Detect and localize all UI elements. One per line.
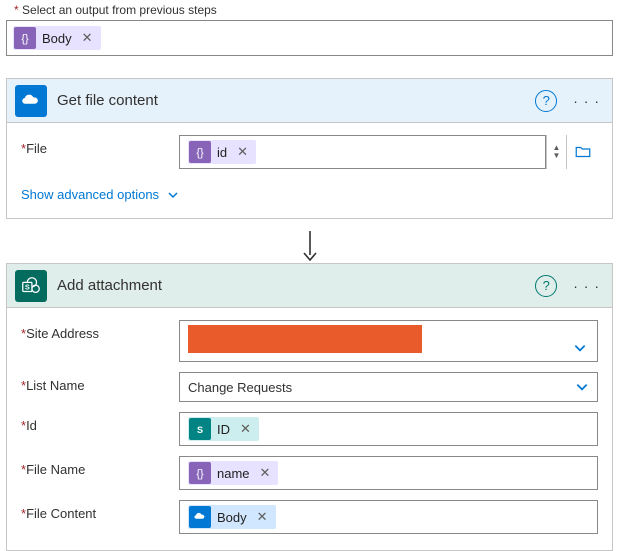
site-address-label: *Site Address	[21, 320, 179, 362]
svg-text:S: S	[25, 282, 30, 291]
required-asterisk: *	[14, 3, 19, 17]
file-name-label: *File Name	[21, 456, 179, 490]
braces-icon: {}	[189, 462, 211, 484]
close-icon[interactable]: ✕	[256, 465, 275, 481]
close-icon[interactable]: ✕	[233, 144, 252, 160]
flow-arrow	[6, 229, 613, 263]
top-label-text: Select an output from previous steps	[22, 3, 217, 17]
add-attach-title: Add attachment	[57, 277, 535, 294]
list-name-label: *List Name	[21, 372, 179, 402]
onedrive-icon	[189, 506, 211, 528]
close-icon[interactable]: ✕	[78, 30, 97, 46]
chevron-down-icon[interactable]	[573, 341, 587, 355]
chevron-down-icon	[167, 189, 179, 201]
svg-text:{}: {}	[196, 468, 204, 480]
body-token[interactable]: Body ✕	[188, 505, 276, 529]
id-token-label: id	[217, 145, 233, 160]
braces-icon: {}	[189, 141, 211, 163]
list-name-row: *List Name Change Requests	[21, 372, 598, 402]
close-icon[interactable]: ✕	[253, 509, 272, 525]
chevron-down-icon[interactable]	[575, 380, 589, 394]
name-token-label: name	[217, 466, 256, 481]
list-name-select[interactable]: Change Requests	[179, 372, 598, 402]
top-label: * Select an output from previous steps	[14, 3, 613, 17]
file-name-row: *File Name {} name ✕	[21, 456, 598, 490]
help-button[interactable]: ?	[535, 275, 557, 297]
svg-text:S: S	[197, 425, 203, 435]
get-file-header[interactable]: Get file content ? · · ·	[7, 79, 612, 123]
file-content-row: *File Content Body ✕	[21, 500, 598, 534]
show-advanced-text: Show advanced options	[21, 187, 159, 202]
site-address-select[interactable]	[179, 320, 598, 362]
name-token[interactable]: {} name ✕	[188, 461, 278, 485]
file-name-input[interactable]: {} name ✕	[179, 456, 598, 490]
list-name-value: Change Requests	[188, 380, 292, 395]
file-content-label: *File Content	[21, 500, 179, 534]
id-input[interactable]: S ID ✕	[179, 412, 598, 446]
body-token[interactable]: {} Body ✕	[13, 26, 101, 50]
svg-text:{}: {}	[196, 147, 204, 159]
previous-output-field[interactable]: {} Body ✕	[6, 20, 613, 56]
add-attachment-card: S Add attachment ? · · · *Site Address	[6, 263, 613, 551]
show-advanced-link[interactable]: Show advanced options	[21, 187, 179, 202]
get-file-body: *File {} id ✕ ▲ ▼	[7, 123, 612, 218]
id-field-token[interactable]: S ID ✕	[188, 417, 259, 441]
add-attach-body: *Site Address *List Name Change Requests	[7, 308, 612, 550]
file-label: *File	[21, 135, 179, 169]
stepper[interactable]: ▲ ▼	[546, 135, 566, 169]
id-token[interactable]: {} id ✕	[188, 140, 256, 164]
onedrive-icon	[15, 85, 47, 117]
body-token-label: Body	[217, 510, 253, 525]
close-icon[interactable]: ✕	[236, 421, 255, 437]
folder-button[interactable]	[566, 135, 598, 169]
file-input[interactable]: {} id ✕	[179, 135, 546, 169]
id-row: *Id S ID ✕	[21, 412, 598, 446]
get-file-title: Get file content	[57, 92, 535, 109]
sharepoint-icon: S	[189, 418, 211, 440]
svg-text:{}: {}	[21, 33, 29, 45]
id-token-label: ID	[217, 422, 236, 437]
file-content-input[interactable]: Body ✕	[179, 500, 598, 534]
braces-icon: {}	[14, 27, 36, 49]
more-button[interactable]: · · ·	[569, 93, 604, 109]
add-attach-header[interactable]: S Add attachment ? · · ·	[7, 264, 612, 308]
file-row: *File {} id ✕ ▲ ▼	[21, 135, 598, 169]
body-token-label: Body	[42, 31, 78, 46]
id-label: *Id	[21, 412, 179, 446]
chevron-down-icon[interactable]: ▼	[553, 152, 561, 160]
more-button[interactable]: · · ·	[569, 278, 604, 294]
help-button[interactable]: ?	[535, 90, 557, 112]
sharepoint-icon: S	[15, 270, 47, 302]
redacted-value	[188, 325, 422, 353]
site-address-row: *Site Address	[21, 320, 598, 362]
get-file-content-card: Get file content ? · · · *File {} id ✕	[6, 78, 613, 219]
